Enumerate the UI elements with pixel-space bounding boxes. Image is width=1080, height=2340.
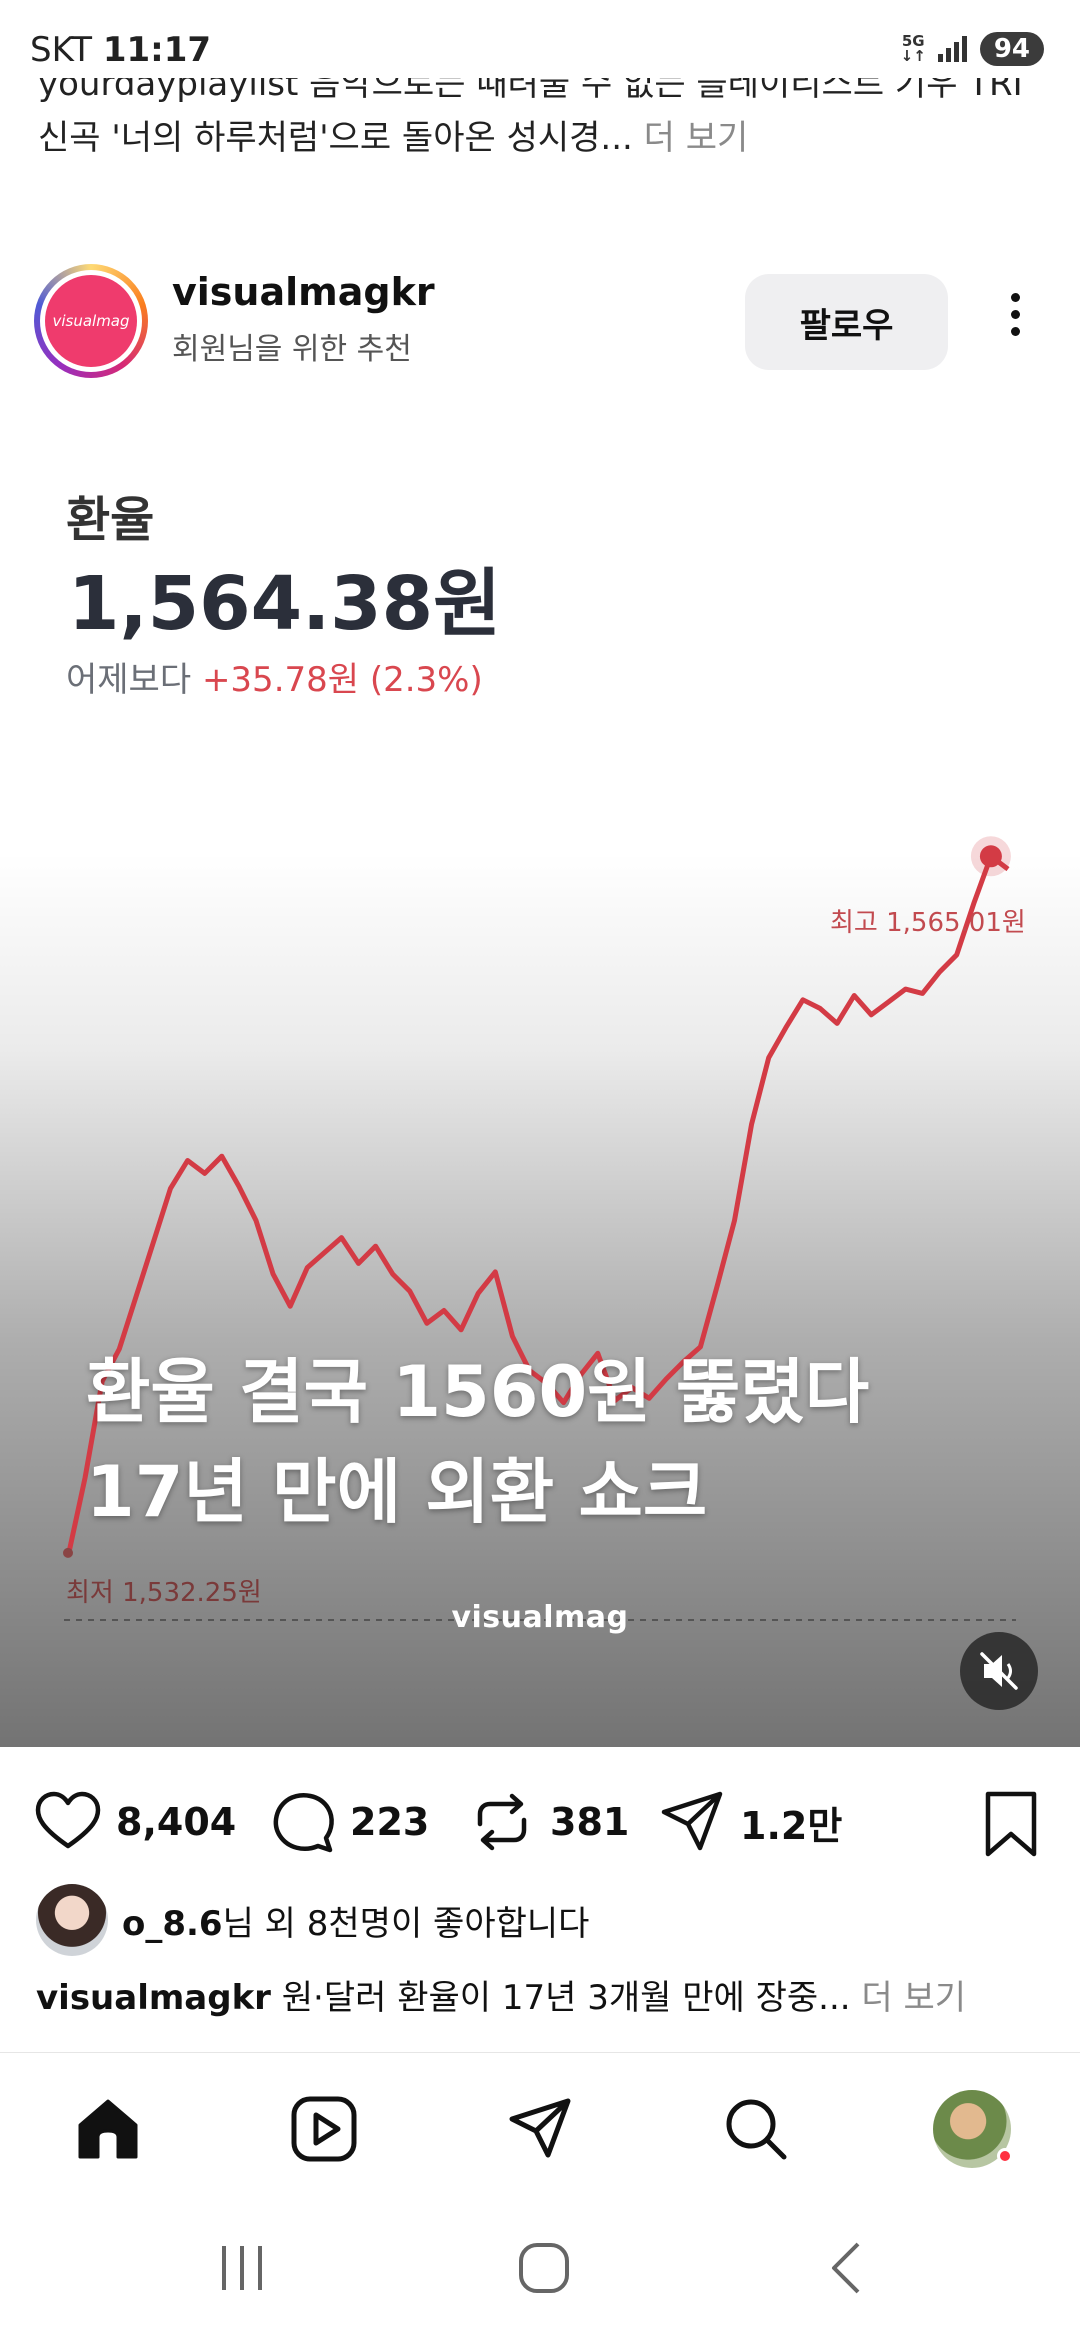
home-icon: [78, 2099, 138, 2159]
nav-direct[interactable]: [500, 2089, 580, 2169]
home-system-button[interactable]: [504, 2238, 584, 2298]
liker-username[interactable]: o_8.6: [122, 1904, 223, 1944]
nav-profile[interactable]: [932, 2089, 1013, 2169]
like-action[interactable]: 8,404: [32, 1786, 236, 1858]
profile-avatar: [933, 2090, 1013, 2168]
muted-speaker-icon: [980, 1652, 1018, 1690]
repost-action[interactable]: 381: [466, 1786, 629, 1858]
heart-icon: [35, 1791, 101, 1849]
send-icon: [661, 1791, 723, 1851]
mute-button[interactable]: [960, 1632, 1038, 1710]
repost-count: 381: [550, 1800, 630, 1844]
bookmark-icon: [985, 1791, 1037, 1857]
signal-icon: [937, 36, 967, 62]
previous-caption-line1-text: yourdayplaylist 음악으로는 때려줄 수 없는 플레이리스트 기우…: [38, 78, 1023, 104]
reels-icon: [291, 2096, 357, 2162]
status-bar: SKT 11:17 5G ↓↑ 94: [0, 0, 1080, 86]
headline-overlay: 환율 결국 1560원 뚫렸다 17년 만에 외환 쇼크: [86, 1342, 869, 1542]
avatar-logo: visualmag: [45, 275, 137, 367]
comment-icon: [273, 1793, 334, 1853]
back-button[interactable]: [808, 2238, 888, 2298]
recent-apps-button[interactable]: [202, 2238, 282, 2298]
status-right: 5G ↓↑ 94: [901, 32, 1044, 66]
repost-icon: [477, 1793, 527, 1851]
bookmark-button[interactable]: [978, 1788, 1044, 1864]
status-left: SKT 11:17: [30, 30, 211, 70]
previous-post-caption[interactable]: yourdayplaylist 음악으로는 때려줄 수 없는 플레이리스트 기우…: [38, 78, 1048, 164]
high-point-marker: [979, 845, 1002, 868]
liker-avatar[interactable]: [36, 1884, 108, 1956]
notification-dot: [997, 2148, 1013, 2164]
watermark: visualmag: [451, 1600, 629, 1635]
back-chevron-icon: [832, 2242, 860, 2294]
post-username[interactable]: visualmagkr: [172, 270, 435, 314]
clock: 11:17: [102, 30, 212, 70]
carrier: SKT: [30, 30, 93, 70]
caption-more-link[interactable]: 더 보기: [861, 1978, 966, 2018]
nav-home[interactable]: [68, 2089, 148, 2169]
share-action[interactable]: 1.2만: [656, 1786, 842, 1858]
liked-by-text: o_8.6님 외 8천명이 좋아합니다: [122, 1896, 589, 1945]
comment-action[interactable]: 223: [266, 1786, 429, 1858]
share-count: 1.2만: [740, 1803, 843, 1848]
nav-reels[interactable]: [284, 2089, 364, 2169]
previous-more-link[interactable]: 더 보기: [644, 118, 749, 158]
nav-search[interactable]: [716, 2089, 796, 2169]
more-options-icon[interactable]: [1000, 288, 1030, 348]
direct-message-icon: [509, 2098, 571, 2158]
post-caption[interactable]: visualmagkr 원·달러 환율이 17년 3개월 만에 장중... 더 …: [36, 1970, 1046, 2019]
low-point-marker: [63, 1547, 73, 1558]
search-icon: [726, 2099, 787, 2160]
previous-caption-line2: 신곡 '너의 하루처럼'으로 돌아온 성시경... 더 보기: [38, 112, 1048, 164]
avatar-border: visualmag: [40, 270, 142, 372]
post-header: visualmag visualmagkr 회원님을 위한 추천 팔로우: [0, 258, 1080, 388]
previous-caption-line2-text: 신곡 '너의 하루처럼'으로 돌아온 성시경...: [38, 118, 633, 158]
follow-button[interactable]: 팔로우: [745, 274, 948, 370]
action-bar: 8,404 223 381 1.2만: [0, 1768, 1080, 1868]
battery-indicator: 94: [979, 32, 1044, 66]
bottom-nav: [0, 2052, 1080, 2200]
headline-line2: 17년 만에 외환 쇼크: [86, 1451, 708, 1533]
headline-line1: 환율 결국 1560원 뚫렸다: [86, 1351, 870, 1433]
previous-caption-line1: yourdayplaylist 음악으로는 때려줄 수 없는 플레이리스트 기우…: [38, 78, 1048, 112]
high-label: 최고 1,565.01원: [830, 908, 1026, 938]
post-avatar[interactable]: visualmag: [34, 264, 148, 378]
home-square-icon: [519, 2243, 569, 2293]
liked-by-suffix: 님 외 8천명이 좋아합니다: [222, 1903, 590, 1944]
liked-by[interactable]: o_8.6님 외 8천명이 좋아합니다: [36, 1884, 589, 1956]
caption-text: 원·달러 환율이 17년 3개월 만에 장중...: [281, 1978, 851, 2018]
comment-count: 223: [350, 1800, 430, 1844]
post-subtitle: 회원님을 위한 추천: [172, 332, 412, 367]
recent-apps-icon: [222, 2246, 262, 2290]
like-count: 8,404: [116, 1800, 237, 1844]
network-label: 5G: [901, 32, 925, 50]
caption-username[interactable]: visualmagkr: [36, 1978, 271, 2018]
fx-line-chart: [63, 836, 1016, 1621]
system-nav-bar: [0, 2200, 1080, 2340]
post-media[interactable]: 환율 1,564.38원 어제보다 +35.78원 (2.3%) 최고 1,56…: [0, 412, 1080, 1747]
network-icon: 5G ↓↑: [900, 32, 926, 65]
